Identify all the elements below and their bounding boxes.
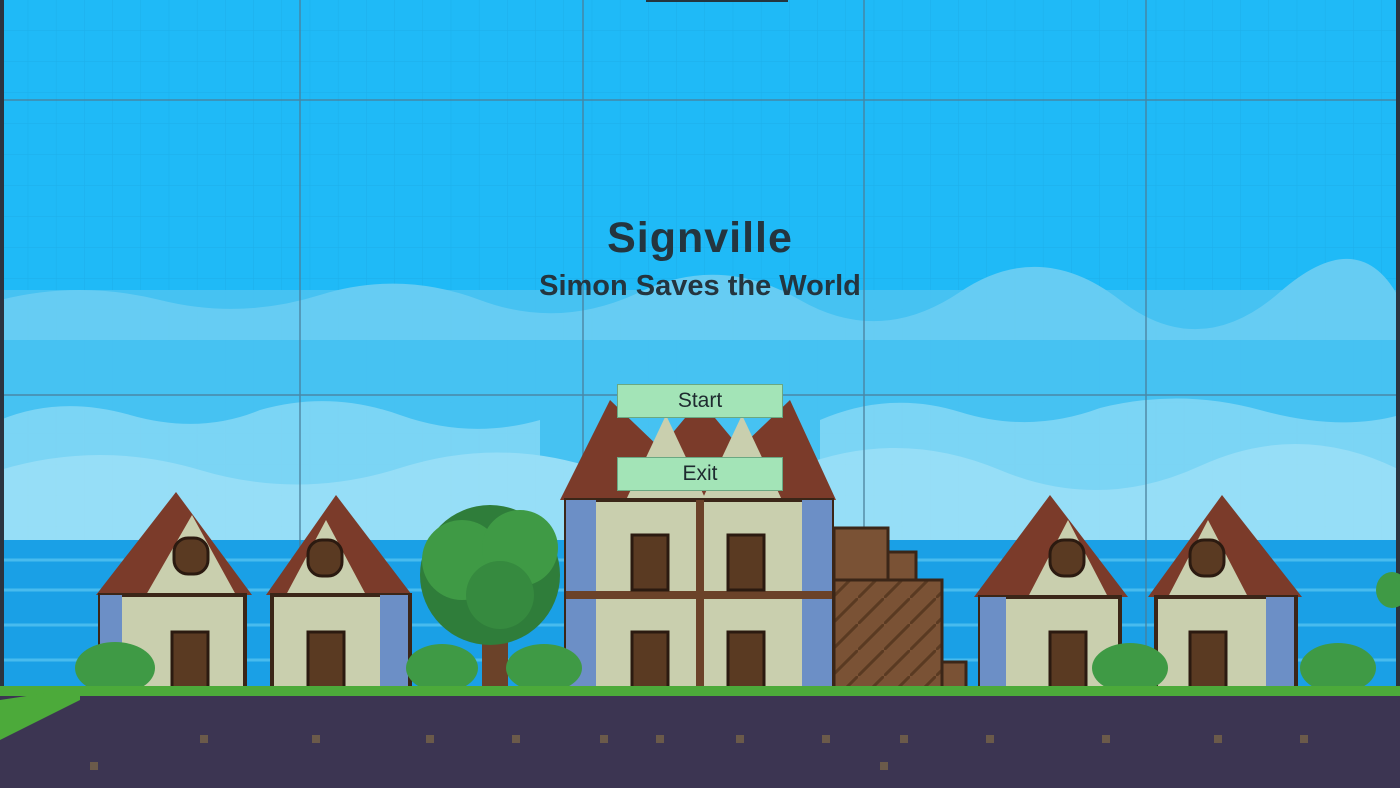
- exit-button[interactable]: Exit: [617, 457, 783, 491]
- game-title: Signville: [607, 214, 793, 262]
- game-subtitle: Simon Saves the World: [539, 270, 861, 302]
- house-large: [560, 400, 836, 692]
- start-button[interactable]: Start: [617, 384, 783, 418]
- ground: [0, 686, 1400, 788]
